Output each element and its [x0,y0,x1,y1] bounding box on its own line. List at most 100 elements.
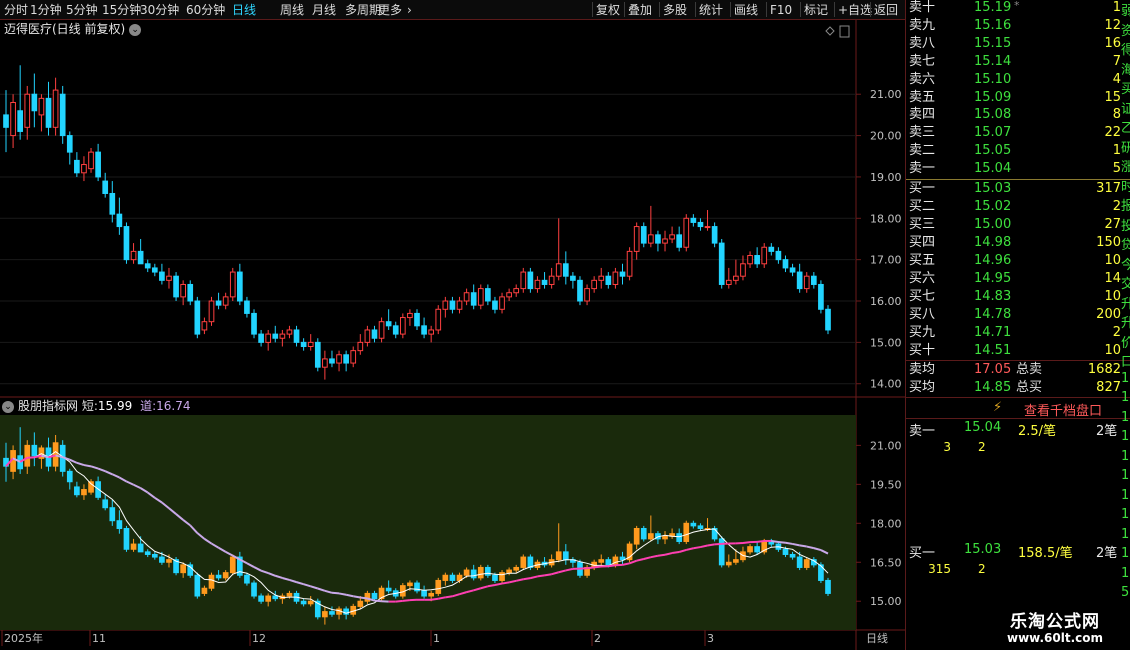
orderbook-row[interactable]: 买五 14.96 10 [906,252,1130,270]
candle[interactable] [17,110,24,132]
candle[interactable] [775,250,782,261]
period-tab[interactable]: 1分钟 [30,1,62,19]
toolbar-button[interactable]: 叠加 [628,1,652,19]
candle[interactable] [747,255,753,265]
candle[interactable] [492,300,498,310]
candle[interactable] [314,341,321,368]
candle[interactable] [718,242,725,285]
candle[interactable] [102,180,109,194]
candle[interactable] [421,325,427,335]
candle[interactable] [584,288,590,302]
candle[interactable] [59,93,66,137]
chevron-down-icon[interactable]: ⌄ [2,400,14,413]
period-tab[interactable]: 多周期 [345,1,381,19]
candle[interactable] [144,263,151,269]
candle[interactable] [31,93,38,112]
period-tab[interactable]: 30分钟 [140,1,179,19]
candle[interactable] [265,333,272,343]
queue-detail[interactable]: 买一 15.03 158.5/笔 2笔 315 2 [906,542,1130,582]
chevron-down-icon[interactable]: ⌄ [129,23,142,36]
candle[interactable] [605,275,612,285]
candle[interactable] [343,354,349,364]
candle[interactable] [350,350,357,364]
orderbook-row[interactable]: 买八 14.78 200 [906,306,1130,324]
toolbar-button[interactable]: 统计 [699,1,723,19]
toolbar-button[interactable]: +自选 [838,1,872,19]
candle[interactable] [95,151,101,178]
candle[interactable] [669,234,675,240]
candle[interactable] [534,279,541,290]
candle[interactable] [520,271,527,290]
candle[interactable] [810,275,817,285]
candle[interactable] [506,292,512,298]
orderbook-row[interactable]: 卖六 15.10 4 [906,71,1130,89]
candle[interactable] [803,275,810,290]
toolbar-button[interactable]: 画线 [734,1,758,19]
candle[interactable] [499,296,505,310]
candle[interactable] [463,292,470,302]
candle[interactable] [562,263,569,277]
candle[interactable] [329,358,335,364]
candle[interactable] [272,333,279,339]
period-tab[interactable]: 周线 [280,1,304,19]
candle[interactable] [399,317,406,335]
orderbook-row[interactable]: 买六 14.95 14 [906,270,1130,288]
candle[interactable] [662,238,668,244]
chevron-right-icon[interactable]: › [407,1,412,19]
period-tab[interactable]: 更多 [378,1,402,19]
candle[interactable] [761,246,768,265]
candle[interactable] [244,300,250,314]
candle[interactable] [222,296,229,306]
period-tab[interactable]: 60分钟 [186,1,225,19]
kline-chart[interactable]: 21.00 20.00 19.00 18.00 17.00 16.00 15.00 14.00… [0,20,905,650]
candle[interactable] [109,192,116,215]
period-tab[interactable]: 月线 [312,1,336,19]
candle[interactable] [357,341,364,352]
candle[interactable] [194,300,201,335]
candle[interactable] [407,312,413,319]
candle[interactable] [789,267,796,273]
candle[interactable] [591,279,597,290]
toolbar-button[interactable]: 返回 [874,1,898,19]
candle[interactable] [151,267,158,273]
orderbook-row[interactable]: 卖三 15.07 22 [906,124,1130,142]
maximize-icon[interactable] [839,25,850,38]
toolbar-button[interactable]: 标记 [804,1,828,19]
period-tab[interactable]: 15分钟 [102,1,141,19]
candle[interactable] [768,246,775,252]
candle[interactable] [414,312,420,327]
orderbook-row[interactable]: 卖七 15.14 7 [906,53,1130,71]
candle[interactable] [116,213,123,228]
candle[interactable] [137,250,144,265]
candle[interactable] [279,333,286,339]
candle[interactable] [690,217,697,223]
candle[interactable] [725,279,732,285]
candle[interactable] [45,97,52,128]
candle[interactable] [300,341,307,348]
candle[interactable] [477,288,484,306]
orderbook-row[interactable]: 卖四 15.08 8 [906,106,1130,124]
queue-detail[interactable]: 卖一 15.04 2.5/笔 2笔 3 2 [906,420,1130,460]
orderbook-row[interactable]: 买四 14.98 150 [906,234,1130,252]
orderbook-row[interactable]: 卖九 15.16 12 [906,17,1130,35]
candle[interactable] [229,271,236,298]
candle[interactable] [3,114,9,128]
candle[interactable] [648,234,654,244]
candle[interactable] [123,226,130,261]
candle[interactable] [470,292,477,306]
candle[interactable] [697,221,704,228]
indicator-name[interactable]: 股朋指标网 [18,399,78,413]
candle[interactable] [711,226,718,244]
candle[interactable] [541,279,548,285]
candle[interactable] [322,358,328,368]
candle[interactable] [180,283,186,298]
orderbook-row[interactable]: 买二 15.02 2 [906,198,1130,216]
orderbook-row[interactable]: 卖一 15.04 5 [906,160,1130,178]
candle[interactable] [733,275,739,281]
candle[interactable] [782,259,789,269]
orderbook-row[interactable]: 买十 14.51 10 [906,342,1130,360]
candle[interactable] [527,271,534,290]
candle[interactable] [796,271,803,290]
diamond-icon[interactable] [825,26,835,36]
candle[interactable] [676,234,683,248]
